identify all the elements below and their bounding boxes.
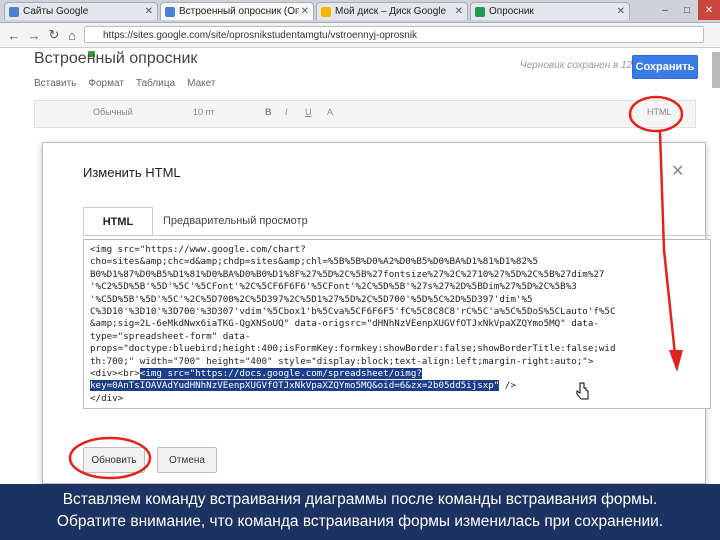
annotation-arrow-line bbox=[658, 131, 678, 365]
cursor-icon bbox=[576, 382, 589, 400]
annotation-circle-update-button bbox=[68, 436, 152, 480]
annotation-overlay bbox=[68, 95, 684, 480]
annotation-circle-html-button bbox=[628, 95, 684, 133]
caption-line-1: Вставляем команду встраивания диаграммы … bbox=[62, 491, 658, 508]
annotation-arrow-head bbox=[669, 350, 683, 372]
slide-caption: Вставляем команду встраивания диаграммы … bbox=[0, 484, 720, 540]
caption-line-2: Обратите внимание, что команда встраиван… bbox=[56, 513, 664, 530]
